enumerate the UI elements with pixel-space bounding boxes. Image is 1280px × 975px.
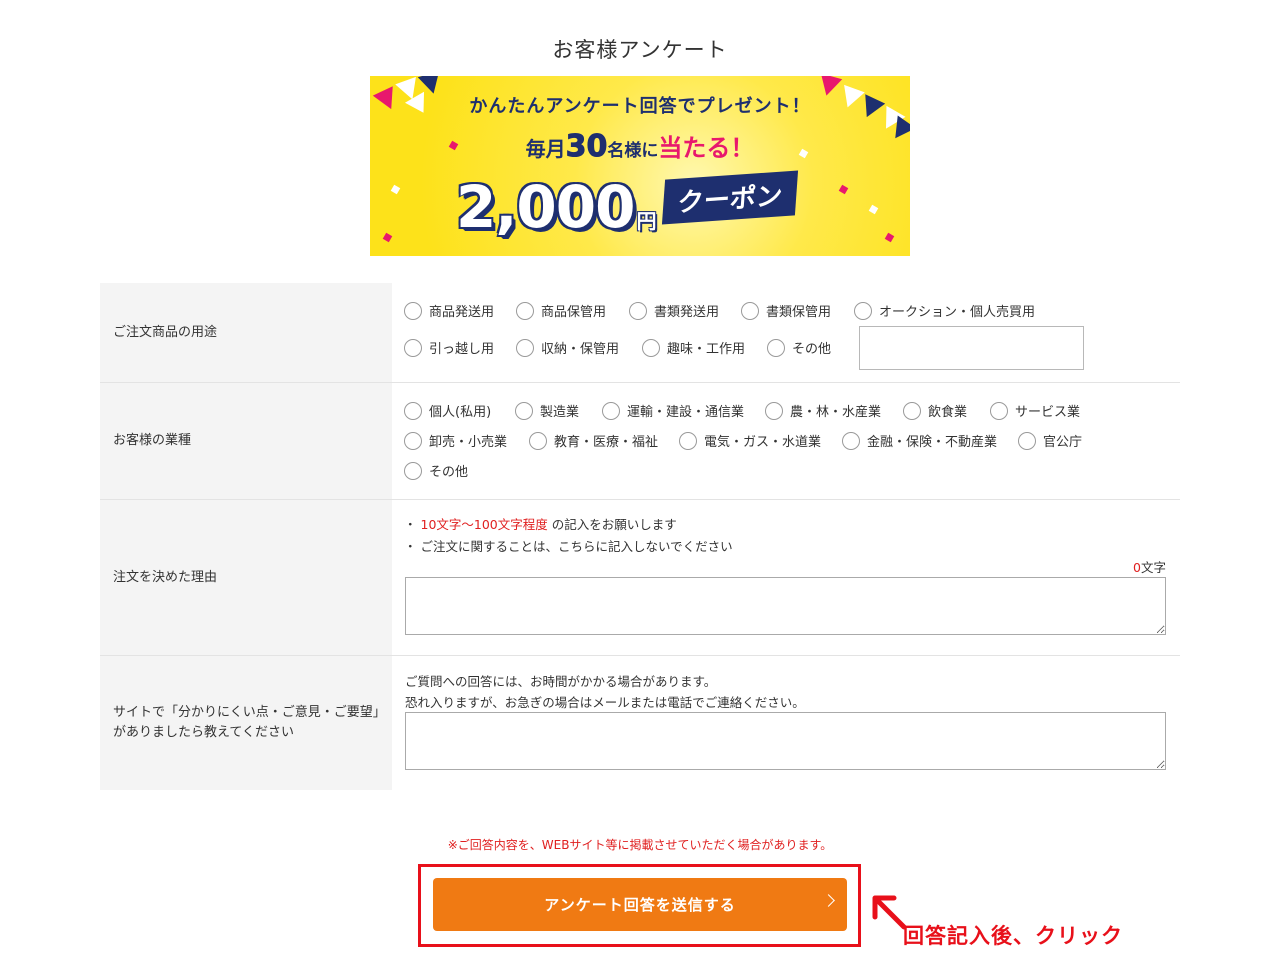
radio-circle[interactable]: [642, 338, 660, 357]
industry-option[interactable]: 運輸・建設・通信業: [602, 401, 744, 420]
radio-circle[interactable]: [765, 401, 783, 420]
coupon-label: クーポン: [662, 170, 799, 225]
banner-headline: かんたんアンケート回答でプレゼント！: [469, 96, 811, 117]
usage-option[interactable]: 書類保管用: [741, 301, 831, 320]
feedback-note-1: ご質問への回答には、お時間がかかる場合があります。: [405, 674, 717, 689]
industry-option[interactable]: 官公庁: [1018, 431, 1082, 450]
radio-circle[interactable]: [854, 301, 872, 320]
page-title: お客様アンケート: [552, 38, 728, 62]
usage-option[interactable]: 書類発送用: [629, 301, 719, 320]
industry-row: お客様の業種 個人(私用) 製造業 運輸・建設・通信業 農・林・水産業 飲食業 …: [100, 383, 1180, 500]
reason-label: 注文を決めた理由: [100, 500, 392, 655]
confetti: [838, 184, 849, 195]
radio-circle[interactable]: [602, 401, 620, 420]
industry-option[interactable]: 飲食業: [903, 401, 967, 420]
feedback-textarea[interactable]: [405, 712, 1166, 770]
usage-option[interactable]: 商品発送用: [404, 301, 494, 320]
confetti: [884, 232, 895, 243]
usage-option[interactable]: 引っ越し用: [404, 338, 494, 357]
confetti: [390, 184, 401, 195]
industry-option[interactable]: 電気・ガス・水道業: [679, 431, 821, 450]
industry-option[interactable]: 農・林・水産業: [765, 401, 881, 420]
coupon-amount: 2,000: [456, 173, 635, 241]
survey-form: ご注文商品の用途 商品発送用 商品保管用 書類発送用 書類保管用 オークション・…: [100, 283, 1180, 790]
usage-option[interactable]: 商品保管用: [516, 301, 606, 320]
radio-circle[interactable]: [629, 301, 647, 320]
industry-option[interactable]: サービス業: [990, 401, 1080, 420]
banner-winners: 名様に: [607, 141, 659, 161]
feedback-note-2: 恐れ入りますが、お急ぎの場合はメールまたは電話でご連絡ください。: [405, 695, 805, 710]
reason-field: ・ 10文字～100文字程度 の記入をお願いします ・ ご注文に関することは、こ…: [404, 500, 1180, 656]
radio-circle[interactable]: [842, 431, 860, 450]
coupon-yen: 円: [636, 209, 657, 233]
radio-circle[interactable]: [529, 431, 547, 450]
usage-option[interactable]: 収納・保管用: [516, 338, 619, 357]
chevron-right-icon: [822, 894, 835, 907]
banner-coupon-amount: 2,000 円 クーポン: [456, 168, 799, 241]
industry-option[interactable]: その他: [404, 461, 468, 480]
industry-option[interactable]: 製造業: [515, 401, 579, 420]
reason-row: 注文を決めた理由 ・ 10文字～100文字程度 の記入をお願いします ・ ご注文…: [100, 500, 1180, 656]
publication-disclaimer: ※ご回答内容を、WEBサイト等に掲載させていただく場合があります。: [447, 838, 833, 852]
radio-circle[interactable]: [404, 301, 422, 320]
radio-circle[interactable]: [679, 431, 697, 450]
char-counter: 0文字: [1133, 560, 1166, 575]
radio-circle[interactable]: [903, 401, 921, 420]
feedback-row: サイトで「分かりにくい点・ご意見・ご要望」 がありましたら教えてください ご質問…: [100, 656, 1180, 790]
reason-textarea[interactable]: [405, 577, 1166, 635]
submit-survey-button[interactable]: アンケート回答を送信する: [433, 878, 847, 931]
industry-option[interactable]: 教育・医療・福祉: [529, 431, 658, 450]
confetti: [868, 204, 879, 215]
usage-option[interactable]: オークション・個人売買用: [854, 301, 1035, 320]
radio-circle[interactable]: [404, 401, 422, 420]
usage-other-input[interactable]: [859, 326, 1084, 370]
industry-option[interactable]: 卸売・小売業: [404, 431, 507, 450]
feedback-label: サイトで「分かりにくい点・ご意見・ご要望」 がありましたら教えてください: [100, 656, 392, 790]
radio-circle[interactable]: [516, 338, 534, 357]
banner-winner-count: 30: [565, 129, 608, 165]
reason-note-length: ・ 10文字～100文字程度 の記入をお願いします: [404, 517, 677, 532]
radio-circle[interactable]: [404, 461, 422, 480]
radio-circle[interactable]: [516, 301, 534, 320]
usage-label: ご注文商品の用途: [100, 283, 392, 382]
radio-circle[interactable]: [404, 431, 422, 450]
radio-circle[interactable]: [767, 338, 785, 357]
radio-circle[interactable]: [741, 301, 759, 320]
radio-circle[interactable]: [990, 401, 1008, 420]
radio-circle[interactable]: [404, 338, 422, 357]
usage-option[interactable]: その他: [767, 338, 831, 357]
banner-win: 当たる！: [658, 134, 755, 162]
usage-row: ご注文商品の用途 商品発送用 商品保管用 書類発送用 書類保管用 オークション・…: [100, 283, 1180, 383]
banner-monthly: 毎月: [525, 137, 566, 161]
industry-option[interactable]: 個人(私用): [404, 401, 491, 420]
radio-circle[interactable]: [1018, 431, 1036, 450]
radio-circle[interactable]: [515, 401, 533, 420]
industry-label: お客様の業種: [100, 383, 392, 499]
banner-subheadline: 毎月30名様に当たる！: [370, 128, 910, 165]
industry-option[interactable]: 金融・保険・不動産業: [842, 431, 997, 450]
feedback-field: ご質問への回答には、お時間がかかる場合があります。 恐れ入りますが、お急ぎの場合…: [404, 656, 1180, 790]
annotation-callout: 回答記入後、クリック: [903, 924, 1123, 948]
reason-note-warning: ・ ご注文に関することは、こちらに記入しないでください: [404, 539, 733, 554]
coupon-banner: かんたんアンケート回答でプレゼント！ 毎月30名様に当たる！ 2,000 円 ク…: [370, 76, 910, 256]
usage-option[interactable]: 趣味・工作用: [642, 338, 745, 357]
confetti: [382, 232, 393, 243]
